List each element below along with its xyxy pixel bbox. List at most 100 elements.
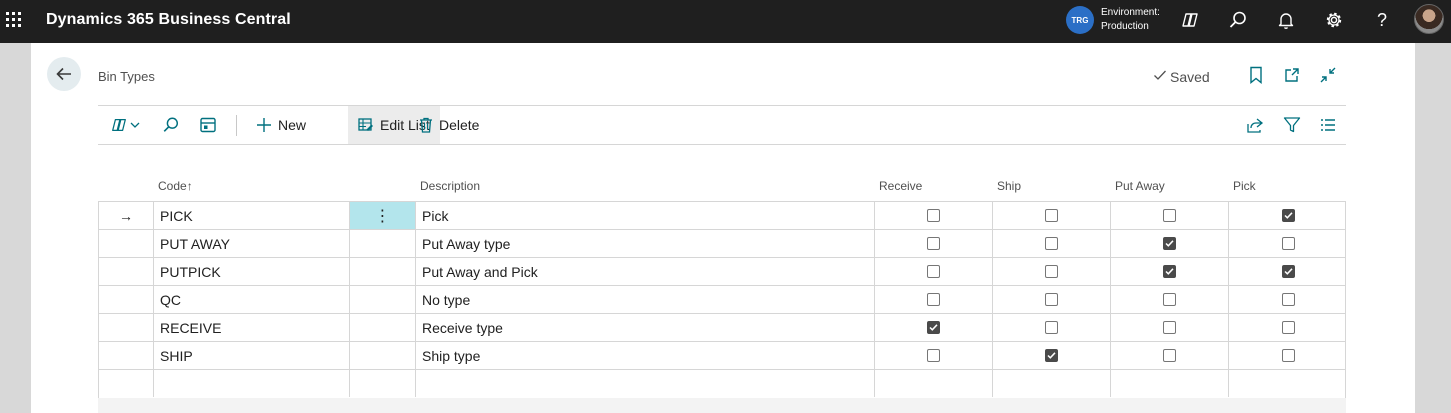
copilot-icon bbox=[112, 118, 126, 132]
column-header-receive[interactable]: Receive bbox=[879, 179, 922, 193]
code-cell[interactable]: PUT AWAY bbox=[154, 230, 350, 257]
user-avatar[interactable] bbox=[1414, 4, 1444, 34]
table-row[interactable]: RECEIVE Receive type bbox=[99, 314, 1345, 342]
row-selector[interactable] bbox=[99, 314, 154, 341]
empty-cell[interactable] bbox=[875, 370, 993, 397]
table-row[interactable]: PUT AWAY Put Away type bbox=[99, 230, 1345, 258]
copilot-menu-button[interactable] bbox=[110, 106, 140, 144]
environment-info[interactable]: Environment: Production bbox=[1101, 6, 1160, 34]
description-cell[interactable]: Ship type bbox=[416, 342, 875, 369]
bookmark-icon[interactable] bbox=[1246, 65, 1266, 85]
ship-checkbox[interactable] bbox=[1045, 237, 1058, 250]
code-cell[interactable]: PICK bbox=[154, 202, 350, 229]
row-actions-menu[interactable]: ⋮ bbox=[350, 202, 416, 229]
description-cell[interactable]: Pick bbox=[416, 202, 875, 229]
back-button[interactable] bbox=[47, 57, 81, 91]
page-title: Bin Types bbox=[98, 69, 155, 84]
description-cell[interactable]: Put Away and Pick bbox=[416, 258, 875, 285]
table-row[interactable]: SHIP Ship type bbox=[99, 342, 1345, 370]
row-selector[interactable] bbox=[99, 342, 154, 369]
row-actions-menu[interactable] bbox=[350, 230, 416, 257]
pick-checkbox[interactable] bbox=[1281, 237, 1295, 250]
empty-cell[interactable] bbox=[154, 370, 350, 397]
grid-footer bbox=[98, 398, 1346, 413]
column-header-description[interactable]: Description bbox=[420, 179, 480, 193]
receive-checkbox[interactable] bbox=[927, 237, 940, 250]
column-header-put-away[interactable]: Put Away bbox=[1115, 179, 1165, 193]
pick-checkbox[interactable] bbox=[1281, 321, 1295, 334]
table-row[interactable]: → PICK ⋮ Pick bbox=[99, 202, 1345, 230]
ship-checkbox[interactable] bbox=[1045, 209, 1058, 222]
receive-checkbox[interactable] bbox=[927, 293, 940, 306]
receive-checkbox[interactable] bbox=[927, 349, 940, 362]
empty-cell[interactable] bbox=[1229, 370, 1347, 397]
row-actions-menu[interactable] bbox=[350, 314, 416, 341]
layout-button[interactable] bbox=[199, 106, 217, 144]
new-entry-row[interactable] bbox=[99, 370, 1345, 398]
put-away-cell bbox=[1111, 202, 1229, 229]
collapse-icon[interactable] bbox=[1318, 65, 1338, 85]
column-header-ship[interactable]: Ship bbox=[997, 179, 1021, 193]
receive-cell bbox=[875, 342, 993, 369]
ship-checkbox[interactable] bbox=[1045, 321, 1058, 334]
code-cell[interactable]: SHIP bbox=[154, 342, 350, 369]
search-icon[interactable] bbox=[1226, 8, 1250, 32]
code-cell[interactable]: QC bbox=[154, 286, 350, 313]
pick-checkbox[interactable] bbox=[1281, 349, 1295, 362]
delete-button[interactable]: Delete bbox=[419, 106, 479, 144]
empty-cell[interactable] bbox=[1111, 370, 1229, 397]
put-away-cell bbox=[1111, 342, 1229, 369]
empty-cell[interactable] bbox=[350, 370, 416, 397]
filter-button[interactable] bbox=[1283, 106, 1301, 144]
row-selector[interactable] bbox=[99, 230, 154, 257]
row-selector[interactable] bbox=[99, 286, 154, 313]
help-icon[interactable]: ? bbox=[1370, 8, 1394, 32]
put-away-checkbox[interactable] bbox=[1163, 209, 1176, 222]
put-away-checkbox[interactable] bbox=[1163, 321, 1176, 334]
pick-checkbox[interactable] bbox=[1281, 293, 1295, 306]
receive-checkbox[interactable] bbox=[927, 209, 940, 222]
description-cell[interactable]: Receive type bbox=[416, 314, 875, 341]
code-cell[interactable]: PUTPICK bbox=[154, 258, 350, 285]
ship-checkbox[interactable] bbox=[1045, 293, 1058, 306]
settings-gear-icon[interactable] bbox=[1322, 8, 1346, 32]
put-away-checkbox[interactable] bbox=[1163, 293, 1176, 306]
row-selector[interactable]: → bbox=[99, 202, 154, 229]
empty-cell[interactable] bbox=[416, 370, 875, 397]
share-button[interactable] bbox=[1246, 106, 1264, 144]
code-cell[interactable]: RECEIVE bbox=[154, 314, 350, 341]
row-selector[interactable] bbox=[99, 258, 154, 285]
receive-checkbox[interactable] bbox=[927, 321, 940, 334]
ship-checkbox[interactable] bbox=[1045, 265, 1058, 278]
new-button[interactable]: New bbox=[256, 106, 306, 144]
app-launcher-icon[interactable] bbox=[6, 12, 22, 28]
open-new-window-icon[interactable] bbox=[1282, 65, 1302, 85]
trash-icon bbox=[420, 117, 432, 133]
app-title[interactable]: Dynamics 365 Business Central bbox=[46, 11, 291, 29]
row-actions-menu[interactable] bbox=[350, 258, 416, 285]
put-away-checkbox[interactable] bbox=[1163, 265, 1176, 278]
put-away-checkbox[interactable] bbox=[1163, 237, 1176, 250]
list-view-button[interactable] bbox=[1320, 106, 1336, 144]
empty-cell[interactable] bbox=[99, 370, 154, 397]
pick-checkbox[interactable] bbox=[1281, 265, 1295, 278]
description-cell[interactable]: Put Away type bbox=[416, 230, 875, 257]
pick-checkbox[interactable] bbox=[1281, 209, 1295, 222]
ship-checkbox[interactable] bbox=[1045, 349, 1058, 362]
put-away-checkbox[interactable] bbox=[1163, 349, 1176, 362]
copilot-icon[interactable] bbox=[1178, 8, 1202, 32]
receive-cell bbox=[875, 286, 993, 313]
table-row[interactable]: QC No type bbox=[99, 286, 1345, 314]
notifications-bell-icon[interactable] bbox=[1274, 8, 1298, 32]
column-header-code[interactable]: Code↑ bbox=[158, 179, 193, 193]
row-actions-menu[interactable] bbox=[350, 342, 416, 369]
search-list-button[interactable] bbox=[162, 106, 180, 144]
sort-ascending-icon: ↑ bbox=[186, 179, 193, 193]
row-actions-menu[interactable] bbox=[350, 286, 416, 313]
description-cell[interactable]: No type bbox=[416, 286, 875, 313]
column-header-pick[interactable]: Pick bbox=[1233, 179, 1256, 193]
empty-cell[interactable] bbox=[993, 370, 1111, 397]
table-row[interactable]: PUTPICK Put Away and Pick bbox=[99, 258, 1345, 286]
receive-checkbox[interactable] bbox=[927, 265, 940, 278]
environment-badge[interactable]: TRG bbox=[1066, 6, 1094, 34]
